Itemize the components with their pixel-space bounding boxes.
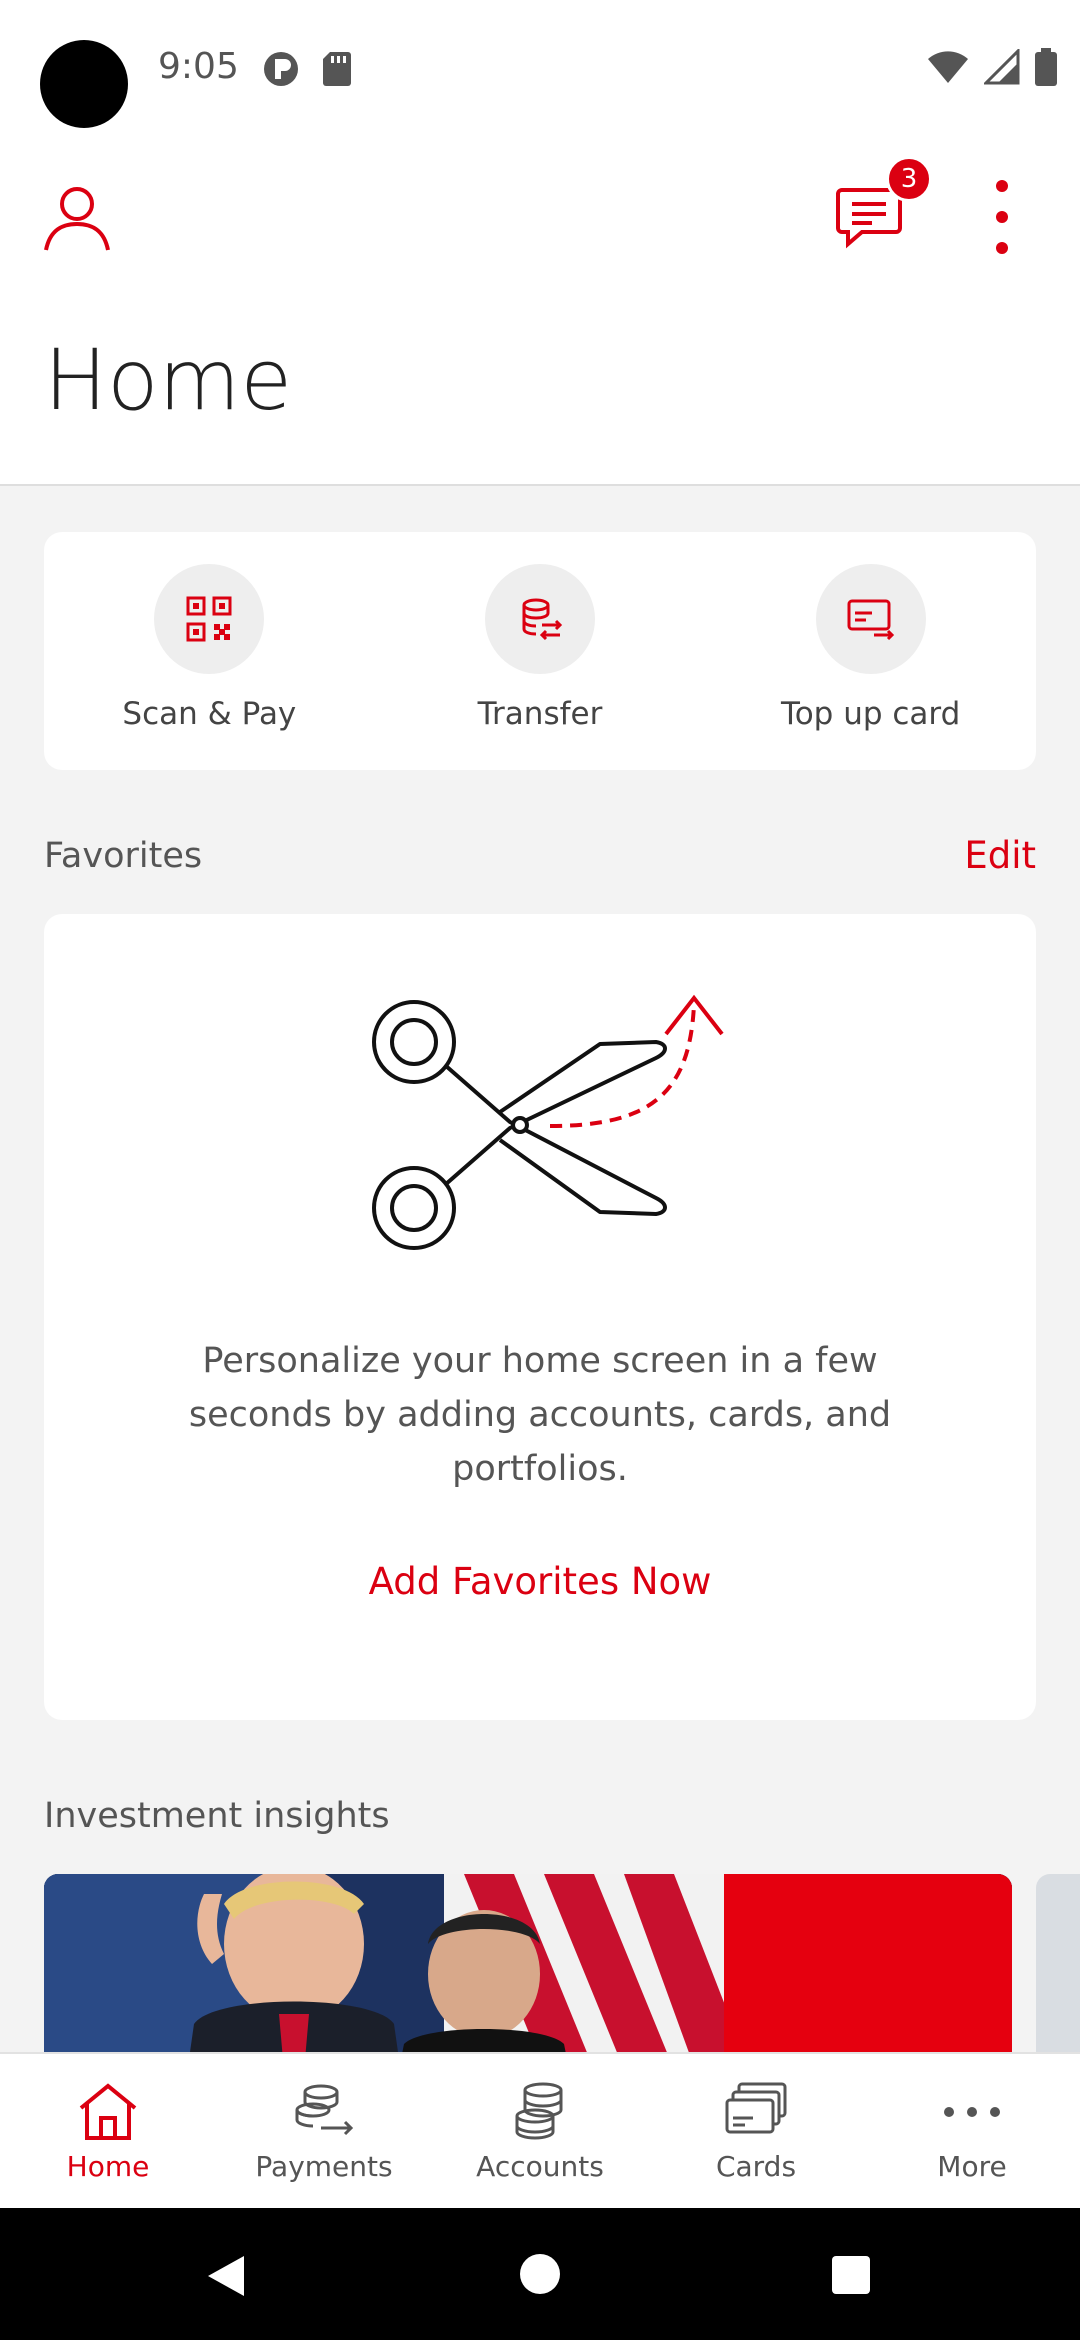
insights-carousel[interactable] [44, 1874, 1080, 2054]
scan-pay-button[interactable]: Scan & Pay [44, 532, 375, 770]
messages-badge: 3 [886, 156, 932, 202]
home-screen: 9:05 3 Home Scan & Pay Transfer Top up c… [0, 0, 1080, 2340]
back-icon[interactable] [206, 2254, 246, 2298]
card-top-up-icon [847, 599, 894, 641]
nav-accounts[interactable]: Accounts [432, 2054, 648, 2208]
insight-card-next[interactable] [1036, 1874, 1080, 2054]
nav-payments-label: Payments [255, 2150, 393, 2183]
scissors-icon [372, 994, 724, 1250]
nav-home-label: Home [66, 2150, 150, 2183]
add-favorites-button[interactable]: Add Favorites Now [44, 1560, 1036, 1603]
top-up-card-button[interactable]: Top up card [705, 532, 1036, 770]
favorites-title: Favorites [44, 836, 203, 876]
status-bar: 9:05 [0, 0, 1080, 140]
payments-icon [295, 2084, 354, 2136]
nav-more-label: More [937, 2150, 1007, 2183]
overflow-menu-button[interactable] [982, 180, 1022, 254]
person-icon [44, 187, 110, 251]
bottom-navigation: Home Payments Accounts Cards More [0, 2052, 1080, 2208]
home-icon [79, 2083, 137, 2140]
nav-cards-label: Cards [715, 2150, 797, 2183]
transfer-label: Transfer [477, 696, 603, 732]
accounts-icon [515, 2082, 563, 2140]
sd-card-icon [323, 52, 351, 86]
favorites-message: Personalize your home screen in a few se… [188, 1341, 892, 1489]
camera-cutout [40, 40, 128, 128]
nav-cards[interactable]: Cards [648, 2054, 864, 2208]
profile-button[interactable] [40, 180, 114, 254]
notification-app-icon [264, 52, 298, 86]
status-time: 9:05 [158, 46, 239, 87]
insight-photo [44, 1874, 1012, 2054]
transfer-button[interactable]: Transfer [375, 532, 706, 770]
kebab-menu-icon [996, 180, 1008, 192]
page-title: Home [44, 331, 293, 429]
favorites-card: Personalize your home screen in a few se… [44, 914, 1036, 1720]
more-dots-icon [944, 2107, 1000, 2117]
insights-title: Investment insights [44, 1796, 390, 1836]
cell-signal-icon [984, 49, 1020, 85]
scan-pay-label: Scan & Pay [122, 696, 297, 732]
system-navigation-bar [0, 2208, 1080, 2340]
favorites-edit-button[interactable]: Edit [964, 834, 1036, 877]
nav-payments[interactable]: Payments [216, 2054, 432, 2208]
battery-icon [1035, 48, 1057, 86]
system-home-button[interactable] [520, 2254, 560, 2294]
nav-more[interactable]: More [864, 2054, 1080, 2208]
qr-code-icon [186, 596, 232, 642]
cards-icon [725, 2082, 787, 2134]
insight-card[interactable] [44, 1874, 1012, 2054]
nav-home[interactable]: Home [0, 2054, 216, 2208]
recents-button[interactable] [832, 2256, 870, 2294]
quick-actions-card: Scan & Pay Transfer Top up card [44, 532, 1036, 770]
nav-accounts-label: Accounts [476, 2150, 604, 2183]
coins-transfer-icon [522, 598, 563, 641]
wifi-icon [928, 51, 968, 83]
app-header: 3 Home [0, 140, 1080, 486]
top-up-card-label: Top up card [781, 696, 961, 732]
